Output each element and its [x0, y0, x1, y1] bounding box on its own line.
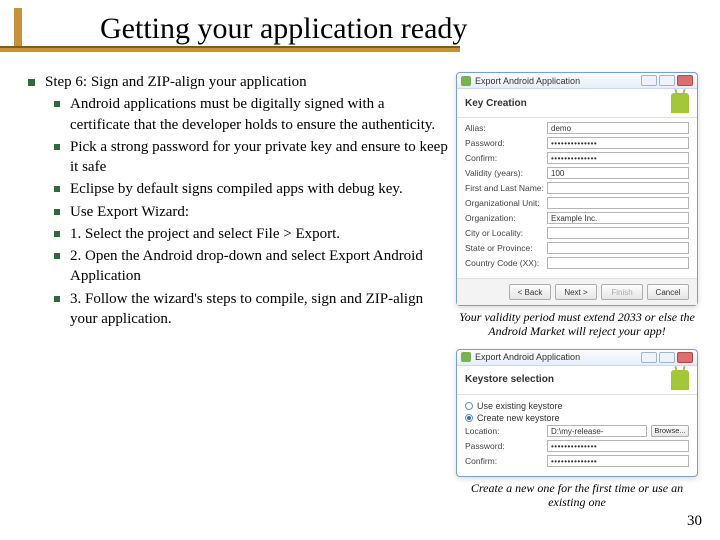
dialog-header-title: Keystore selection	[465, 374, 554, 385]
dialog-buttonbar: < Back Next > Finish Cancel	[457, 278, 697, 305]
dialog-titlebar: Export Android Application	[457, 73, 697, 89]
confirm-input[interactable]: ••••••••••••••	[547, 152, 689, 164]
sub-bullet-text: 2. Open the Android drop-down and select…	[70, 246, 448, 287]
radio-existing-row[interactable]: Use existing keystore	[465, 401, 689, 411]
bullet-icon	[28, 79, 35, 86]
finish-button[interactable]: Finish	[601, 284, 643, 300]
browse-button[interactable]: Browse...	[651, 425, 689, 437]
sub-bullet-text: 1. Select the project and select File > …	[70, 224, 340, 244]
sub-bullet-text: Pick a strong password for your private …	[70, 137, 448, 178]
sub-bullet: 2. Open the Android drop-down and select…	[54, 246, 448, 287]
radio-icon[interactable]	[465, 414, 473, 422]
maximize-icon[interactable]	[659, 352, 675, 363]
alias-input[interactable]: demo	[547, 122, 689, 134]
password-input[interactable]: ••••••••••••••	[547, 440, 689, 452]
sub-bullet: 1. Select the project and select File > …	[54, 224, 448, 244]
dialog-titlebar: Export Android Application	[457, 350, 697, 366]
text-column: Step 6: Sign and ZIP-align your applicat…	[28, 72, 448, 510]
alias-label: Alias:	[465, 123, 547, 133]
radio-existing-label: Use existing keystore	[477, 401, 563, 411]
bullet-icon	[54, 253, 60, 259]
sub-bullet: Use Export Wizard:	[54, 202, 448, 222]
location-label: Location:	[465, 426, 547, 436]
password-label: Password:	[465, 441, 547, 451]
org-input[interactable]: Example Inc.	[547, 212, 689, 224]
bullet-icon	[54, 186, 60, 192]
close-icon[interactable]	[677, 75, 693, 86]
country-input[interactable]	[547, 257, 689, 269]
minimize-icon[interactable]	[641, 352, 657, 363]
minimize-icon[interactable]	[641, 75, 657, 86]
main-bullet: Step 6: Sign and ZIP-align your applicat…	[28, 72, 448, 92]
validity-input[interactable]: 100	[547, 167, 689, 179]
back-button[interactable]: < Back	[509, 284, 551, 300]
main-bullet-text: Step 6: Sign and ZIP-align your applicat…	[45, 72, 307, 92]
dialog-body: Use existing keystore Create new keystor…	[457, 395, 697, 476]
dialog-body: Alias:demo Password:•••••••••••••• Confi…	[457, 118, 697, 278]
sub-bullet: Eclipse by default signs compiled apps w…	[54, 179, 448, 199]
confirm-input[interactable]: ••••••••••••••	[547, 455, 689, 467]
close-icon[interactable]	[677, 352, 693, 363]
slide-title-area: Getting your application ready	[0, 0, 720, 52]
radio-create-row[interactable]: Create new keystore	[465, 413, 689, 423]
slide-title: Getting your application ready	[100, 12, 720, 46]
sub-bullet-text: Use Export Wizard:	[70, 202, 189, 222]
radio-create-label: Create new keystore	[477, 413, 560, 423]
dialog-header: Key Creation	[457, 89, 697, 118]
next-button[interactable]: Next >	[555, 284, 597, 300]
caption-validity: Your validity period must extend 2033 or…	[456, 310, 698, 339]
android-icon	[671, 370, 689, 390]
title-accent-block	[14, 8, 22, 46]
maximize-icon[interactable]	[659, 75, 675, 86]
dialog-window-title: Export Android Application	[475, 352, 580, 362]
sub-bullet-text: Eclipse by default signs compiled apps w…	[70, 179, 403, 199]
bullet-icon	[54, 144, 60, 150]
confirm-label: Confirm:	[465, 153, 547, 163]
state-input[interactable]	[547, 242, 689, 254]
confirm-label: Confirm:	[465, 456, 547, 466]
orgunit-label: Organizational Unit:	[465, 198, 547, 208]
dialog-header-title: Key Creation	[465, 98, 527, 109]
bullet-icon	[54, 231, 60, 237]
firstlast-label: First and Last Name:	[465, 183, 547, 193]
slide-number: 30	[687, 513, 702, 530]
cancel-button[interactable]: Cancel	[647, 284, 689, 300]
city-label: City or Locality:	[465, 228, 547, 238]
bullet-icon	[54, 101, 60, 107]
window-controls	[641, 75, 693, 86]
sub-bullet: Pick a strong password for your private …	[54, 137, 448, 178]
bullet-icon	[54, 296, 60, 302]
country-label: Country Code (XX):	[465, 258, 547, 268]
bullet-icon	[54, 209, 60, 215]
screenshot-column: Export Android Application Key Creation …	[448, 72, 698, 510]
sub-bullet: 3. Follow the wizard's steps to compile,…	[54, 289, 448, 330]
android-icon	[671, 93, 689, 113]
keystore-selection-dialog: Export Android Application Keystore sele…	[456, 349, 698, 477]
title-underline	[0, 48, 460, 52]
app-icon	[461, 352, 471, 362]
validity-label: Validity (years):	[465, 168, 547, 178]
password-input[interactable]: ••••••••••••••	[547, 137, 689, 149]
window-controls	[641, 352, 693, 363]
dialog-header: Keystore selection	[457, 366, 697, 395]
app-icon	[461, 76, 471, 86]
sub-bullet: Android applications must be digitally s…	[54, 94, 448, 135]
radio-icon[interactable]	[465, 402, 473, 410]
dialog-window-title: Export Android Application	[475, 76, 580, 86]
orgunit-input[interactable]	[547, 197, 689, 209]
caption-create: Create a new one for the first time or u…	[456, 481, 698, 510]
password-label: Password:	[465, 138, 547, 148]
org-label: Organization:	[465, 213, 547, 223]
firstlast-input[interactable]	[547, 182, 689, 194]
sub-bullet-text: 3. Follow the wizard's steps to compile,…	[70, 289, 448, 330]
location-input[interactable]: D:\my-release-key.keystore	[547, 425, 647, 437]
state-label: State or Province:	[465, 243, 547, 253]
key-creation-dialog: Export Android Application Key Creation …	[456, 72, 698, 306]
city-input[interactable]	[547, 227, 689, 239]
content-area: Step 6: Sign and ZIP-align your applicat…	[0, 52, 720, 510]
sub-bullet-text: Android applications must be digitally s…	[70, 94, 448, 135]
